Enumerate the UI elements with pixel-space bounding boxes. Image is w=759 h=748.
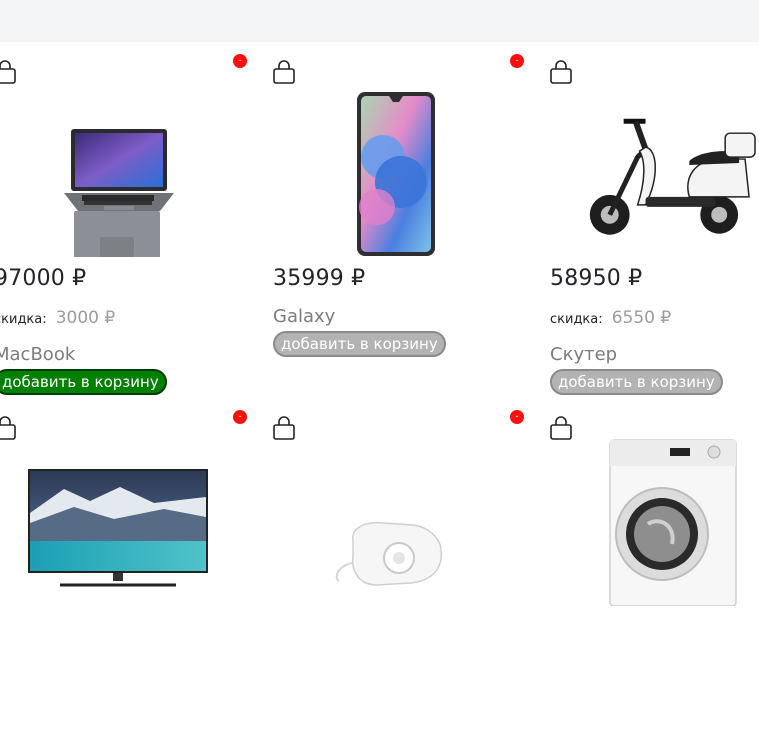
product-price: 58950 ₽ (550, 266, 643, 291)
product-name[interactable]: Galaxy (273, 306, 335, 327)
discount-label: скидка: (550, 312, 603, 327)
product-price: 35999 ₽ (273, 266, 366, 291)
product-card-washing-machine (550, 398, 759, 748)
discount-badge[interactable]: - (510, 54, 524, 68)
discount-label: скидка: (0, 312, 47, 327)
shopping-bag-icon[interactable] (0, 416, 16, 440)
smartphone-image[interactable] (273, 87, 453, 257)
television-image[interactable] (0, 443, 214, 613)
discount-badge[interactable]: - (233, 54, 247, 68)
discount-badge[interactable]: - (510, 410, 524, 424)
shopping-bag-icon[interactable] (0, 60, 16, 84)
discount-row: скидка: 6550 ₽ (550, 308, 671, 328)
product-card-galaxy: - 35999 ₽ Galaxy добавить в корзину (273, 42, 524, 392)
product-card-tv: - (0, 398, 247, 748)
discount-amount: 6550 ₽ (611, 308, 672, 328)
washing-machine-image[interactable] (550, 436, 750, 606)
discount-badge[interactable]: - (233, 410, 247, 424)
product-card-macbook: - 97000 ₽ скидка: 3000 ₽ MacBook добавит… (0, 42, 247, 395)
add-to-cart-button[interactable]: добавить в корзину (550, 369, 723, 395)
product-card-mask: - (273, 398, 524, 748)
face-mask-image[interactable] (273, 443, 453, 613)
product-name[interactable]: Скутер (550, 344, 617, 365)
add-to-cart-button[interactable]: добавить в корзину (0, 369, 167, 395)
product-grid: - 97000 ₽ скидка: 3000 ₽ MacBook добавит… (0, 42, 759, 608)
electric-scooter-image[interactable] (550, 87, 759, 257)
product-name[interactable]: MacBook (0, 344, 75, 365)
product-price: 97000 ₽ (0, 266, 87, 291)
shopping-bag-icon[interactable] (273, 416, 295, 440)
shopping-bag-icon[interactable] (550, 60, 572, 84)
product-card-scooter: 58950 ₽ скидка: 6550 ₽ Скутер добавить в… (550, 42, 759, 395)
shopping-bag-icon[interactable] (273, 60, 295, 84)
laptop-image[interactable] (0, 87, 174, 257)
discount-row: скидка: 3000 ₽ (0, 308, 115, 328)
top-bar (0, 0, 759, 42)
add-to-cart-button[interactable]: добавить в корзину (273, 331, 446, 357)
discount-amount: 3000 ₽ (55, 308, 116, 328)
